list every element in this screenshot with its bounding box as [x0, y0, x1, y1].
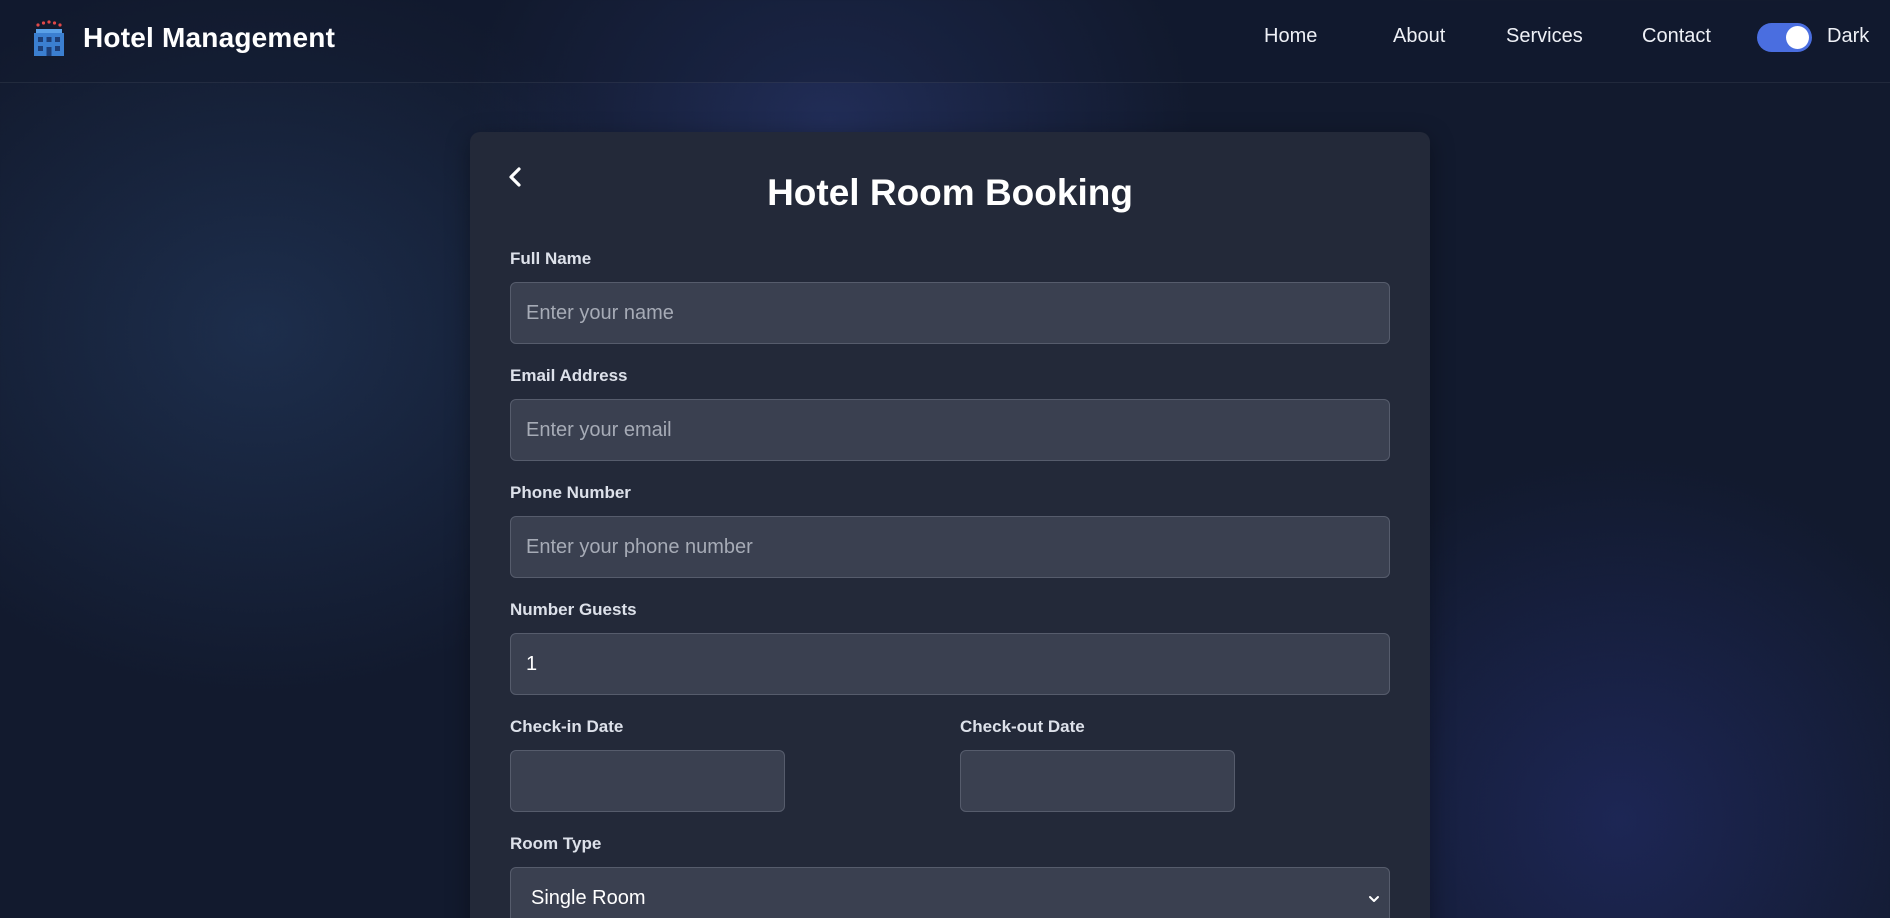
top-navbar: Hotel Management Home About Services Con…: [0, 0, 1890, 83]
check-in-label: Check-in Date: [510, 717, 624, 736]
full-name-label: Full Name: [510, 249, 592, 268]
hotel-building-icon: [34, 20, 64, 56]
check-in-date-input[interactable]: [510, 750, 785, 812]
guests-label: Number Guests: [510, 600, 637, 619]
form-title: Hotel Room Booking: [767, 172, 1133, 213]
phone-label: Phone Number: [510, 483, 631, 502]
phone-input[interactable]: [510, 516, 1390, 578]
theme-toggle-label: Dark: [1827, 25, 1870, 47]
brand-title: Hotel Management: [83, 22, 336, 53]
theme-toggle[interactable]: [1757, 23, 1812, 52]
chevron-down-icon: [1369, 896, 1379, 902]
room-type-label: Room Type: [510, 834, 602, 853]
toggle-knob: [1786, 26, 1809, 49]
room-type-selected-value: Single Room: [531, 887, 646, 909]
guests-input[interactable]: [510, 633, 1390, 695]
nav-link-about[interactable]: About: [1393, 25, 1445, 48]
nav-link-services[interactable]: Services: [1506, 25, 1583, 48]
check-out-date-input[interactable]: [960, 750, 1235, 812]
brand[interactable]: Hotel Management: [33, 18, 335, 58]
email-input[interactable]: [510, 399, 1390, 461]
email-label: Email Address: [510, 366, 628, 385]
nav-link-home[interactable]: Home: [1264, 25, 1317, 48]
room-type-select[interactable]: Single Room: [510, 867, 1390, 918]
check-out-label: Check-out Date: [960, 717, 1085, 736]
full-name-input[interactable]: [510, 282, 1390, 344]
nav-link-contact[interactable]: Contact: [1642, 25, 1711, 48]
booking-form-card: Hotel Room Booking Full Name Email Addre…: [470, 132, 1430, 918]
